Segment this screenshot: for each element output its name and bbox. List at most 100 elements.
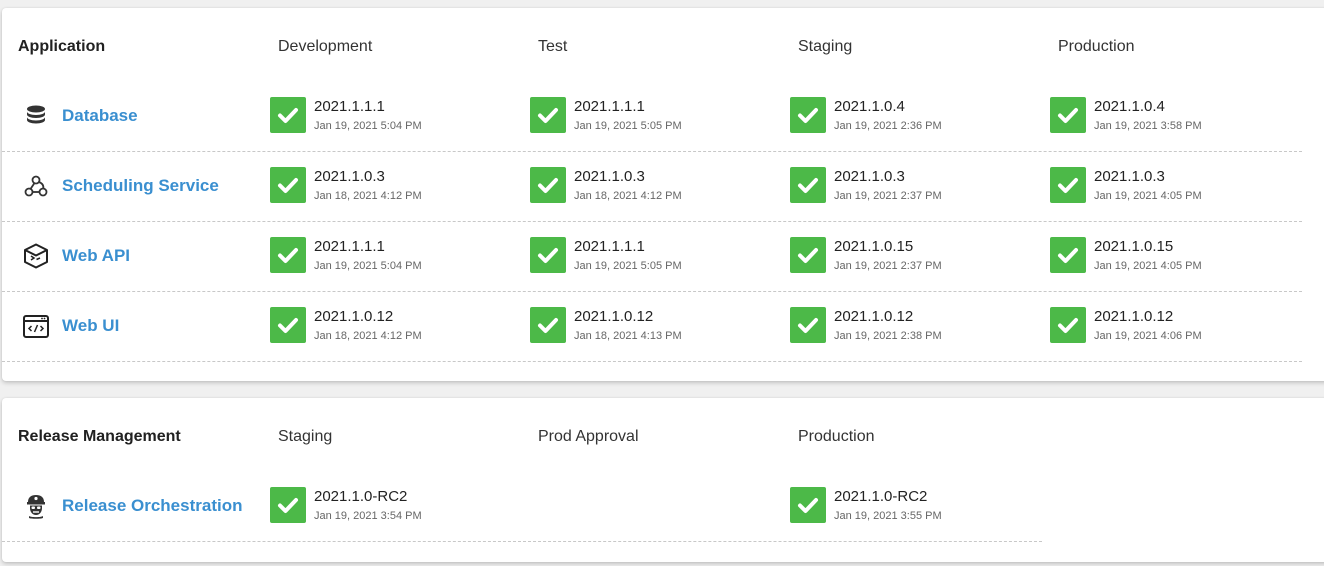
applications-column-header: Application: [18, 38, 106, 55]
env-header-staging: Staging: [798, 38, 853, 55]
deployment-cell-staging: 2021.1.0.15 Jan 19, 2021 2:37 PM: [790, 218, 1050, 288]
deployment-cell-test: 2021.1.1.1 Jan 19, 2021 5:05 PM: [530, 218, 790, 288]
success-check-icon[interactable]: [790, 237, 826, 273]
deploy-date: Jan 19, 2021 5:05 PM: [574, 260, 682, 272]
success-check-icon[interactable]: [530, 237, 566, 273]
deploy-date: Jan 19, 2021 4:06 PM: [1094, 330, 1202, 342]
env-header-production: Production: [798, 428, 875, 445]
deployment-cell-development: 2021.1.0.12 Jan 18, 2021 4:12 PM: [270, 288, 530, 358]
success-check-icon[interactable]: [530, 307, 566, 343]
deployment-cell-production: 2021.1.0-RC2 Jan 19, 2021 3:55 PM: [790, 468, 1050, 538]
deploy-date: Jan 19, 2021 3:54 PM: [314, 510, 422, 522]
success-check-icon[interactable]: [790, 97, 826, 133]
deploy-date: Jan 19, 2021 2:36 PM: [834, 120, 942, 132]
version-label[interactable]: 2021.1.1.1: [314, 98, 385, 116]
database-icon: [22, 102, 50, 130]
deployment-cell-test: 2021.1.0.12 Jan 18, 2021 4:13 PM: [530, 288, 790, 358]
version-label[interactable]: 2021.1.0.12: [834, 308, 913, 326]
deploy-date: Jan 19, 2021 2:37 PM: [834, 190, 942, 202]
deployment-cell-staging: 2021.1.0.3 Jan 19, 2021 2:37 PM: [790, 148, 1050, 218]
version-label[interactable]: 2021.1.0.12: [1094, 308, 1173, 326]
conductor-icon: [22, 492, 50, 520]
deployment-cell-development: 2021.1.1.1 Jan 19, 2021 5:04 PM: [270, 218, 530, 288]
deployment-cell-production: 2021.1.0.4 Jan 19, 2021 3:58 PM: [1050, 78, 1310, 148]
deploy-date: Jan 18, 2021 4:12 PM: [314, 330, 422, 342]
success-check-icon[interactable]: [1050, 307, 1086, 343]
version-label[interactable]: 2021.1.0.4: [834, 98, 905, 116]
deploy-date: Jan 19, 2021 3:58 PM: [1094, 120, 1202, 132]
version-label[interactable]: 2021.1.1.1: [574, 98, 645, 116]
deploy-date: Jan 19, 2021 4:05 PM: [1094, 190, 1202, 202]
deploy-date: Jan 19, 2021 5:04 PM: [314, 260, 422, 272]
applications-panel: Application Development Test Staging Pro…: [2, 8, 1324, 381]
success-check-icon[interactable]: [790, 307, 826, 343]
success-check-icon[interactable]: [270, 237, 306, 273]
app-link-scheduling-service[interactable]: Scheduling Service: [62, 176, 219, 196]
deployment-cell-test: 2021.1.0.3 Jan 18, 2021 4:12 PM: [530, 148, 790, 218]
deployment-cell-development: 2021.1.0.3 Jan 18, 2021 4:12 PM: [270, 148, 530, 218]
deployment-cell-staging: 2021.1.0.4 Jan 19, 2021 2:36 PM: [790, 78, 1050, 148]
code-window-icon: [22, 312, 50, 340]
deploy-date: Jan 19, 2021 5:05 PM: [574, 120, 682, 132]
success-check-icon[interactable]: [790, 487, 826, 523]
success-check-icon[interactable]: [270, 97, 306, 133]
success-check-icon[interactable]: [270, 167, 306, 203]
version-label[interactable]: 2021.1.1.1: [574, 238, 645, 256]
env-header-prod-approval: Prod Approval: [538, 428, 639, 445]
deployment-cell-staging: 2021.1.0-RC2 Jan 19, 2021 3:54 PM: [270, 468, 530, 538]
deployment-cell-production: 2021.1.0.15 Jan 19, 2021 4:05 PM: [1050, 218, 1310, 288]
success-check-icon[interactable]: [1050, 237, 1086, 273]
deploy-date: Jan 18, 2021 4:13 PM: [574, 330, 682, 342]
version-label[interactable]: 2021.1.0.3: [574, 168, 645, 186]
version-label[interactable]: 2021.1.0-RC2: [314, 488, 407, 506]
deployment-cell-prod-approval-empty: [530, 468, 790, 538]
success-check-icon[interactable]: [790, 167, 826, 203]
env-header-staging: Staging: [278, 428, 333, 445]
version-label[interactable]: 2021.1.0-RC2: [834, 488, 927, 506]
app-link-web-ui[interactable]: Web UI: [62, 316, 119, 336]
deploy-date: Jan 19, 2021 4:05 PM: [1094, 260, 1202, 272]
success-check-icon[interactable]: [1050, 97, 1086, 133]
release-management-panel: Release Management Staging Prod Approval…: [2, 398, 1324, 562]
deployment-cell-production: 2021.1.0.12 Jan 19, 2021 4:06 PM: [1050, 288, 1310, 358]
version-label[interactable]: 2021.1.0.3: [1094, 168, 1165, 186]
version-label[interactable]: 2021.1.0.12: [574, 308, 653, 326]
release-management-column-header: Release Management: [18, 428, 181, 445]
app-link-release-orchestration[interactable]: Release Orchestration: [62, 496, 242, 516]
env-header-test: Test: [538, 38, 568, 55]
version-label[interactable]: 2021.1.0.3: [834, 168, 905, 186]
webhook-icon: [22, 172, 50, 200]
version-label[interactable]: 2021.1.0.4: [1094, 98, 1165, 116]
deploy-date: Jan 19, 2021 5:04 PM: [314, 120, 422, 132]
env-header-development: Development: [278, 38, 373, 55]
version-label[interactable]: 2021.1.1.1: [314, 238, 385, 256]
table-row: Release Orchestration 2021.1.0-RC2 Jan 1…: [2, 468, 1042, 538]
deployment-cell-test: 2021.1.1.1 Jan 19, 2021 5:05 PM: [530, 78, 790, 148]
app-link-database[interactable]: Database: [62, 106, 138, 126]
app-link-web-api[interactable]: Web API: [62, 246, 130, 266]
cube-icon: [22, 242, 50, 270]
version-label[interactable]: 2021.1.0.15: [1094, 238, 1173, 256]
deploy-date: Jan 18, 2021 4:12 PM: [574, 190, 682, 202]
deploy-date: Jan 19, 2021 2:37 PM: [834, 260, 942, 272]
row-divider: [2, 361, 1302, 362]
success-check-icon[interactable]: [270, 487, 306, 523]
deployment-cell-staging: 2021.1.0.12 Jan 19, 2021 2:38 PM: [790, 288, 1050, 358]
version-label[interactable]: 2021.1.0.12: [314, 308, 393, 326]
deployment-cell-development: 2021.1.1.1 Jan 19, 2021 5:04 PM: [270, 78, 530, 148]
version-label[interactable]: 2021.1.0.15: [834, 238, 913, 256]
deploy-date: Jan 19, 2021 3:55 PM: [834, 510, 942, 522]
table-row: Database 2021.1.1.1 Jan 19, 2021 5:04 PM…: [2, 78, 1302, 148]
success-check-icon[interactable]: [530, 167, 566, 203]
row-divider: [2, 541, 1042, 542]
deployment-cell-production: 2021.1.0.3 Jan 19, 2021 4:05 PM: [1050, 148, 1310, 218]
env-header-production: Production: [1058, 38, 1135, 55]
success-check-icon[interactable]: [530, 97, 566, 133]
deploy-date: Jan 19, 2021 2:38 PM: [834, 330, 942, 342]
success-check-icon[interactable]: [270, 307, 306, 343]
success-check-icon[interactable]: [1050, 167, 1086, 203]
table-row: Web API 2021.1.1.1 Jan 19, 2021 5:04 PM …: [2, 218, 1302, 288]
version-label[interactable]: 2021.1.0.3: [314, 168, 385, 186]
deploy-date: Jan 18, 2021 4:12 PM: [314, 190, 422, 202]
table-row: Scheduling Service 2021.1.0.3 Jan 18, 20…: [2, 148, 1302, 218]
